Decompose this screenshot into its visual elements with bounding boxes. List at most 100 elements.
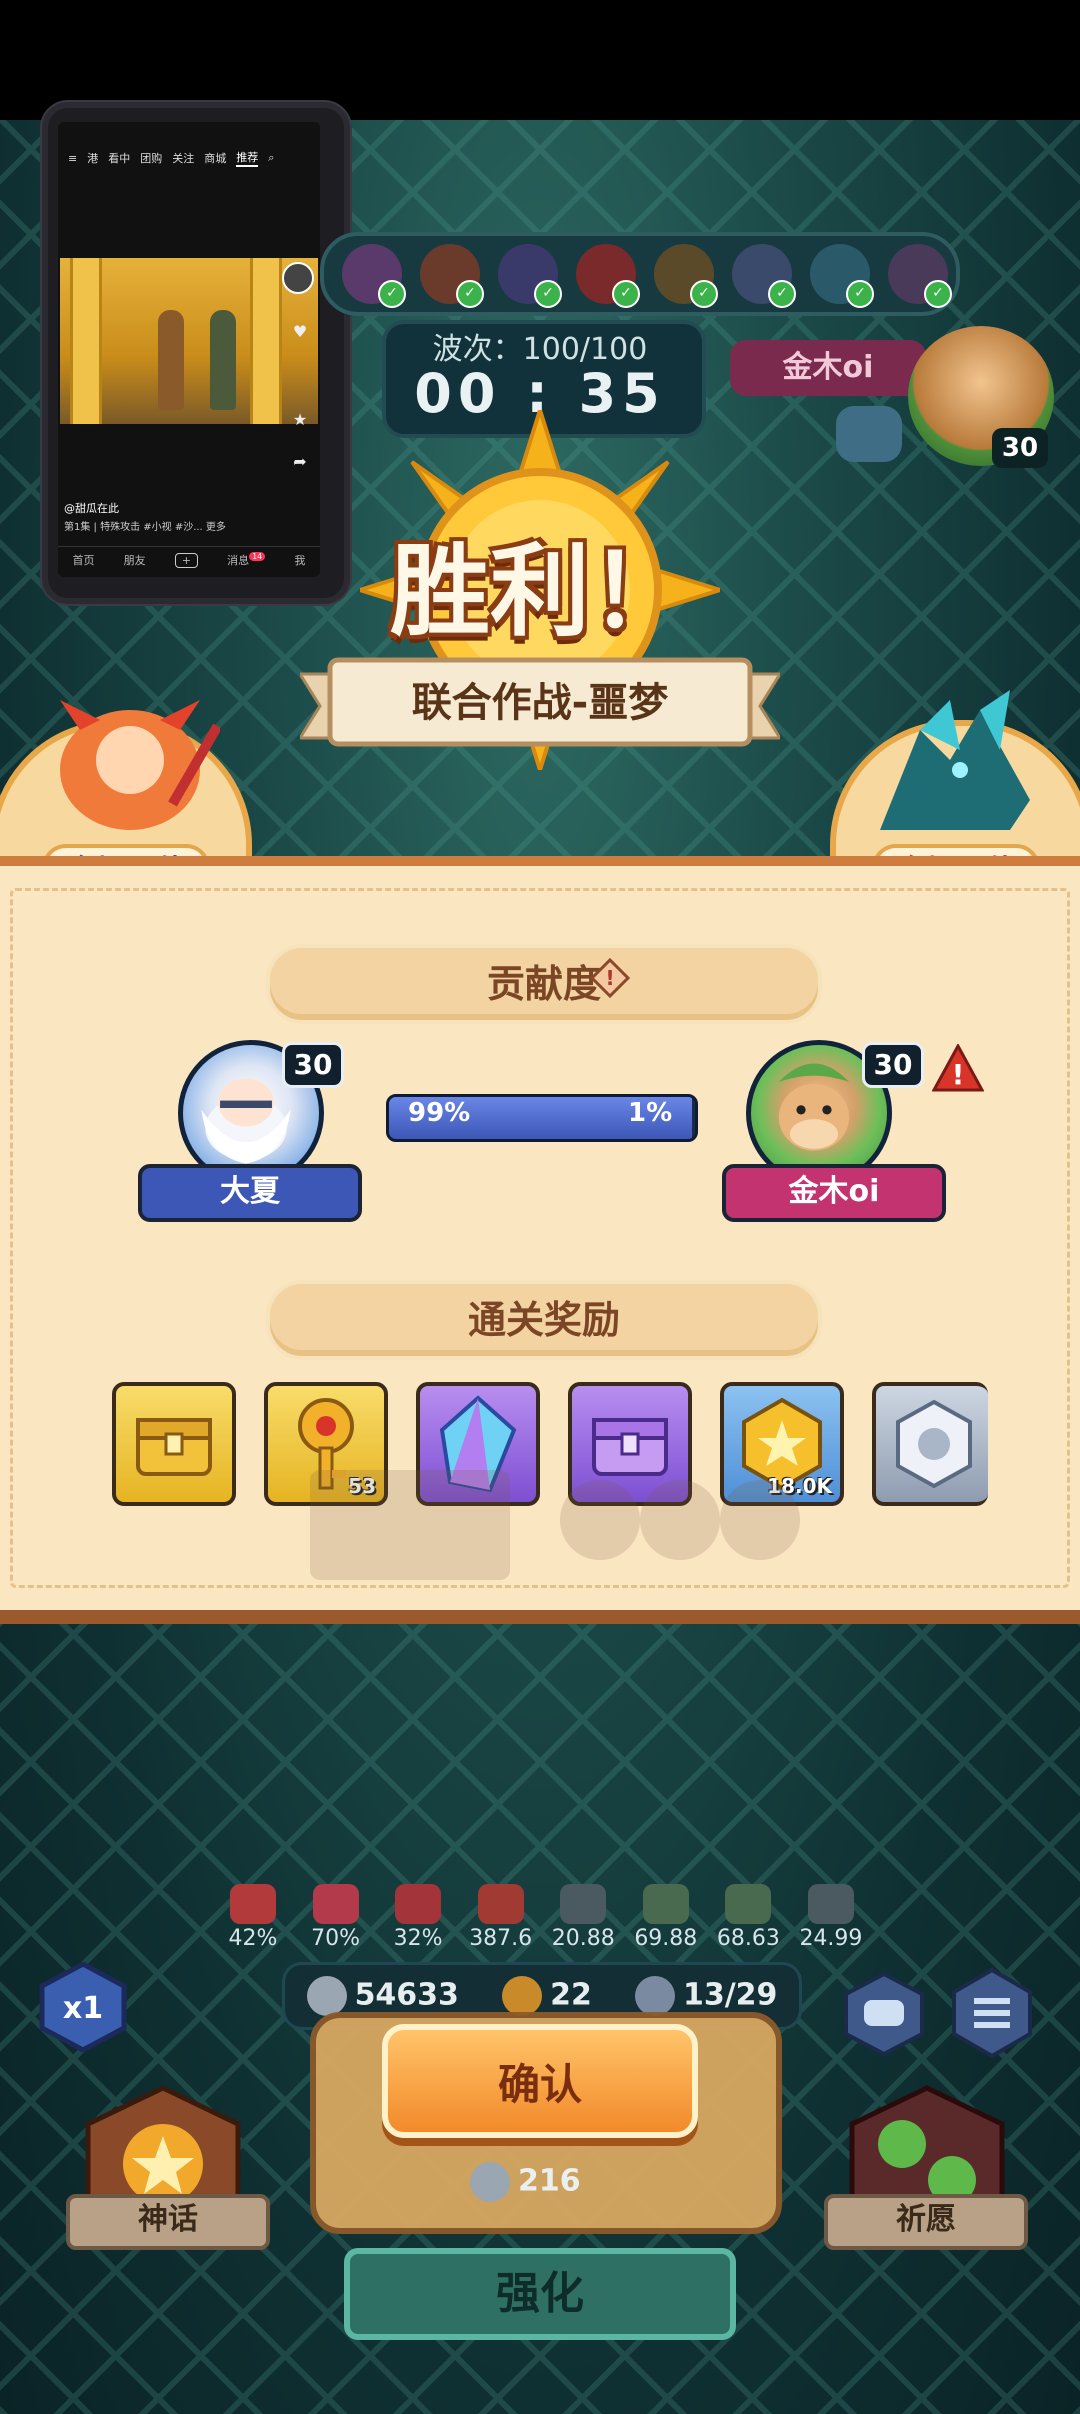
stat-item: 68.63 bbox=[707, 1884, 789, 1954]
player1-name: 大夏 bbox=[138, 1164, 362, 1222]
video-pillar bbox=[250, 258, 282, 424]
info-icon[interactable]: ! bbox=[590, 958, 630, 998]
unit-icon: ✓ bbox=[576, 244, 640, 308]
pip-video-frame bbox=[60, 258, 318, 424]
unit-icon: ✓ bbox=[732, 244, 796, 308]
confirm-button[interactable]: 确认 bbox=[382, 2024, 698, 2138]
pip-bottom-tab[interactable]: 我 bbox=[294, 552, 305, 568]
reward-heading: 通关奖励 bbox=[266, 1280, 822, 1360]
unit-icon: ✓ bbox=[810, 244, 874, 308]
speed-label: x1 bbox=[63, 1991, 103, 2026]
stat-item: 32% bbox=[377, 1884, 459, 1954]
pip-bottom-tabs: 首页 朋友 + 消息 14 我 bbox=[58, 546, 320, 573]
video-person bbox=[210, 310, 236, 410]
player1-level-badge: 30 bbox=[282, 1042, 344, 1088]
team-units-row: ✓ ✓ ✓ ✓ ✓ ✓ ✓ ✓ bbox=[320, 232, 960, 316]
unit-icon: ✓ bbox=[498, 244, 562, 308]
contribution-heading: 贡献度 bbox=[266, 944, 822, 1024]
unit-icon bbox=[634, 1976, 675, 2016]
pip-message-badge: 14 bbox=[249, 552, 266, 562]
stat-item: 387.6 bbox=[460, 1884, 542, 1954]
pip-add-button[interactable]: + bbox=[174, 552, 198, 568]
check-icon: ✓ bbox=[846, 280, 874, 308]
victory-title: 胜利！ bbox=[390, 533, 690, 650]
pip-bottom-tab[interactable]: 朋友 bbox=[124, 552, 146, 568]
silver-coin-icon bbox=[470, 2162, 510, 2202]
clover-coin-icon bbox=[502, 1976, 543, 2016]
fist-icon bbox=[642, 1884, 689, 1924]
gold-chest-icon bbox=[136, 1418, 212, 1476]
unit-icon: ✓ bbox=[342, 244, 406, 308]
silver-coin-icon bbox=[306, 1976, 347, 2016]
partner-name-tag: 金木oi bbox=[730, 340, 926, 396]
stat-item: 70% bbox=[295, 1884, 377, 1954]
confirm-cost: 216 bbox=[470, 2162, 610, 2202]
pip-tab[interactable]: 商城 bbox=[204, 150, 226, 166]
bow-icon bbox=[725, 1884, 772, 1924]
myth-button-label[interactable]: 神话 bbox=[66, 2194, 270, 2250]
partner-chat-icon[interactable] bbox=[836, 406, 902, 462]
unit-icon: ✓ bbox=[654, 244, 718, 308]
pip-tab-active[interactable]: 推荐 bbox=[236, 149, 259, 167]
pip-search-icon[interactable]: ⌕ bbox=[268, 151, 274, 165]
pip-bottom-tab[interactable]: 消息 14 bbox=[227, 552, 266, 568]
burst-icon bbox=[477, 1884, 524, 1924]
clover-resource: 22 bbox=[502, 1976, 592, 2016]
stat-item: 20.88 bbox=[542, 1884, 624, 1954]
unit-icon: ✓ bbox=[888, 244, 952, 308]
svg-text:!: ! bbox=[952, 1058, 965, 1091]
pip-bottom-tab[interactable]: 首页 bbox=[73, 552, 95, 568]
check-icon: ✓ bbox=[456, 280, 484, 308]
svg-text:!: ! bbox=[605, 966, 614, 990]
pip-nav: ≡ 港 看中 团购 关注 商城 推荐 ⌕ bbox=[58, 148, 320, 168]
battle-stats-row: 42% 70% 32% 387.6 20.88 69.88 68.63 24.9… bbox=[212, 1884, 872, 1954]
pip-subtitle: 第1集 | 特殊攻击 #小视 #沙... 更多 bbox=[64, 522, 226, 533]
stat-item: 69.88 bbox=[625, 1884, 707, 1954]
video-person bbox=[158, 310, 184, 410]
pip-caption: @甜瓜在此 bbox=[64, 502, 119, 515]
heart-icon bbox=[312, 1884, 359, 1924]
unit-count: 13/29 bbox=[634, 1976, 777, 2016]
silver-emblem-icon bbox=[896, 1399, 972, 1489]
crit-icon bbox=[230, 1884, 276, 1924]
pip-tab[interactable]: 关注 bbox=[172, 150, 194, 166]
faded-decoration bbox=[310, 1470, 800, 1580]
silver-resource: 54633 bbox=[306, 1976, 459, 2016]
menu-button[interactable] bbox=[950, 1968, 1034, 2058]
game-mode-title: 联合作战-噩梦 bbox=[411, 680, 669, 726]
wish-button-label[interactable]: 祈愿 bbox=[824, 2194, 1028, 2250]
chat-button[interactable] bbox=[842, 1972, 926, 2056]
report-warning-icon[interactable]: ! bbox=[932, 1044, 984, 1092]
reward-gold-chest[interactable] bbox=[112, 1382, 236, 1506]
video-pip-screen[interactable]: ≡ 港 看中 团购 关注 商城 推荐 ⌕ ♥ ★ ➦ @甜瓜在此 第1集 | 特… bbox=[58, 122, 320, 577]
partner-level-badge: 30 bbox=[992, 428, 1048, 468]
phoenix-hero-icon bbox=[40, 690, 222, 840]
check-icon: ✓ bbox=[534, 280, 562, 308]
check-icon: ✓ bbox=[378, 280, 406, 308]
check-icon: ✓ bbox=[690, 280, 718, 308]
pip-like-icon[interactable]: ♥ bbox=[286, 318, 314, 346]
pip-share-icon[interactable]: ➦ bbox=[286, 448, 314, 476]
enhance-button[interactable]: 强化 bbox=[344, 2248, 736, 2340]
dragon-hero-icon bbox=[860, 690, 1040, 840]
speed-toggle-button[interactable]: x1 bbox=[38, 1962, 128, 2052]
video-pillar bbox=[70, 258, 102, 424]
player1-percent: 99% bbox=[408, 1098, 471, 1128]
gear-icon bbox=[807, 1884, 854, 1924]
player2-level-badge: 30 bbox=[862, 1042, 924, 1088]
reward-silver-emblem[interactable] bbox=[872, 1382, 988, 1506]
check-icon: ✓ bbox=[924, 280, 952, 308]
shield-icon bbox=[560, 1884, 607, 1924]
stat-item: 42% bbox=[212, 1884, 294, 1954]
pip-menu-icon[interactable]: ≡ bbox=[68, 152, 77, 165]
pip-tab[interactable]: 看中 bbox=[108, 150, 130, 166]
check-icon: ✓ bbox=[612, 280, 640, 308]
pip-favorite-icon[interactable]: ★ bbox=[286, 406, 314, 434]
pip-tab[interactable]: 团购 bbox=[140, 150, 162, 166]
unit-icon: ✓ bbox=[420, 244, 484, 308]
pip-avatar-icon[interactable] bbox=[282, 262, 314, 294]
stat-item: 24.99 bbox=[790, 1884, 872, 1954]
pip-tab[interactable]: 港 bbox=[87, 150, 98, 166]
check-icon: ✓ bbox=[768, 280, 796, 308]
skull-icon bbox=[395, 1884, 442, 1924]
